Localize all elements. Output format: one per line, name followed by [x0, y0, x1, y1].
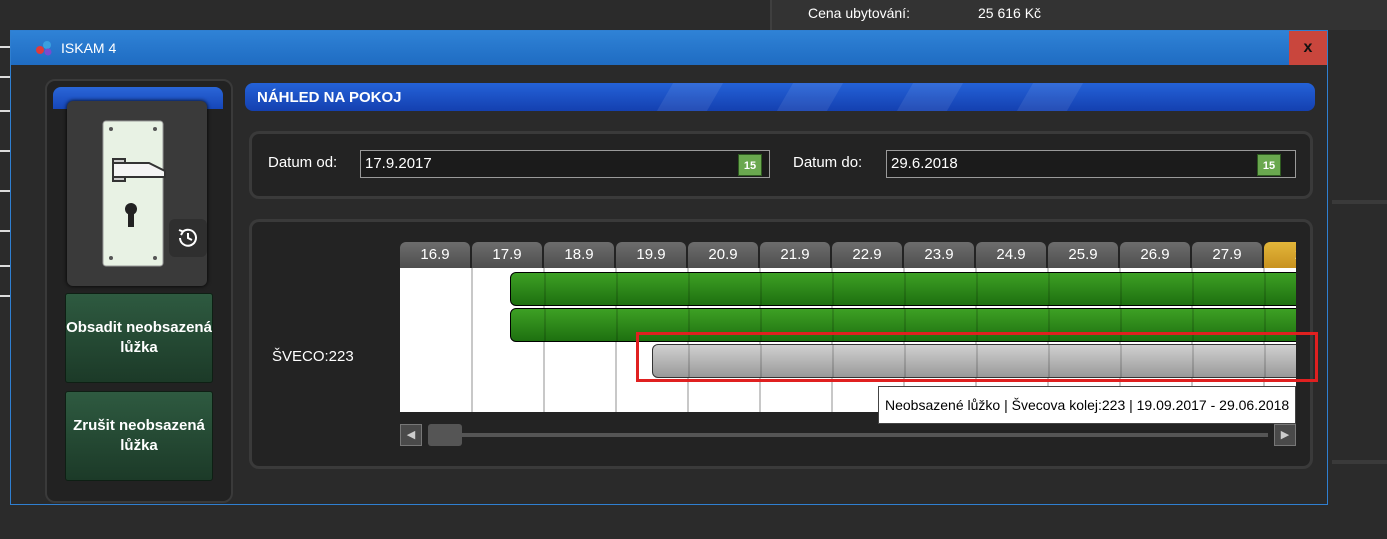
date-from-field[interactable]: 17.9.2017	[360, 150, 770, 178]
day-header: 23.9	[904, 242, 974, 268]
room-card	[67, 101, 207, 286]
scroll-thumb[interactable]	[428, 424, 462, 446]
background-divider	[1332, 460, 1387, 464]
day-header: 2	[1264, 242, 1296, 268]
title-bar[interactable]: ISKAM 4 x	[11, 31, 1327, 65]
close-button[interactable]: x	[1289, 31, 1327, 65]
date-to-field[interactable]: 29.6.2018	[886, 150, 1296, 178]
app-logo-icon	[36, 41, 52, 56]
horizontal-scrollbar[interactable]: ◀ ▶	[400, 424, 1296, 446]
occupy-vacant-beds-button[interactable]: Obsadit neobsazená lůžka	[65, 293, 213, 383]
day-header: 21.9	[760, 242, 830, 268]
history-icon[interactable]	[169, 219, 207, 257]
scroll-right-icon[interactable]: ▶	[1274, 424, 1296, 446]
day-header: 25.9	[1048, 242, 1118, 268]
day-header: 22.9	[832, 242, 902, 268]
date-from-calendar-icon[interactable]: 15	[738, 154, 762, 176]
day-header: 26.9	[1120, 242, 1190, 268]
date-to-label: Datum do:	[793, 154, 863, 171]
date-range-panel: Datum od: 17.9.2017 15 Datum do: 29.6.20…	[249, 131, 1313, 199]
background-info-bar: Cena ubytování: 25 616 Kč	[770, 0, 1387, 30]
cancel-vacant-beds-button[interactable]: Zrušit neobsazená lůžka	[65, 391, 213, 481]
day-header: 24.9	[976, 242, 1046, 268]
occupied-bed-bar[interactable]	[510, 272, 1296, 306]
left-panel: Obsadit neobsazená lůžka Zrušit neobsaze…	[45, 79, 233, 503]
highlight-box	[636, 332, 1318, 382]
room-label: ŠVECO:223	[272, 348, 354, 365]
day-header: 27.9	[1192, 242, 1262, 268]
background-divider	[1332, 200, 1387, 204]
date-from-label: Datum od:	[268, 154, 338, 171]
grid-line	[471, 268, 473, 412]
price-label: Cena ubytování:	[808, 5, 910, 21]
scroll-left-icon[interactable]: ◀	[400, 424, 422, 446]
day-header: 19.9	[616, 242, 686, 268]
day-header: 18.9	[544, 242, 614, 268]
room-preview-window: ISKAM 4 x Obsadit neobsazená lůžka Zruši…	[10, 30, 1328, 505]
bar-tooltip: Neobsazené lůžko | Švecova kolej:223 | 1…	[878, 386, 1297, 424]
date-to-calendar-icon[interactable]: 15	[1257, 154, 1281, 176]
day-header: 17.9	[472, 242, 542, 268]
day-header: 20.9	[688, 242, 758, 268]
section-title: NÁHLED NA POKOJ	[257, 89, 402, 106]
door-handle-icon	[102, 120, 166, 267]
section-header: NÁHLED NA POKOJ	[245, 83, 1315, 111]
price-value: 25 616 Kč	[978, 5, 1042, 21]
day-header: 16.9	[400, 242, 470, 268]
window-title: ISKAM 4	[61, 40, 117, 56]
scroll-track[interactable]	[428, 433, 1268, 437]
